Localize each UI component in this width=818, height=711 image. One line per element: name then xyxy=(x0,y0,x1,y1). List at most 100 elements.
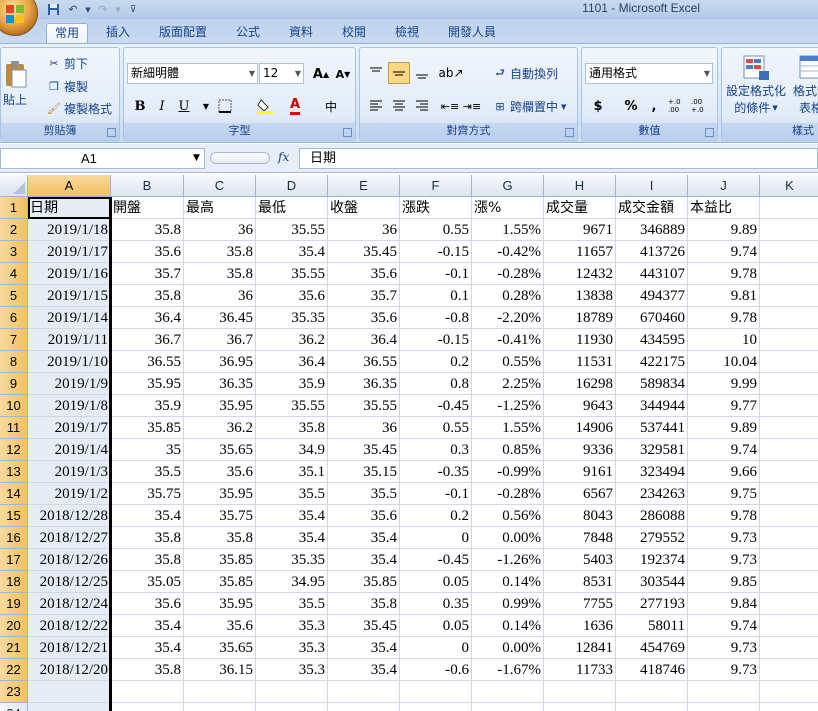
table-cell[interactable]: 344944 xyxy=(616,395,688,417)
table-cell[interactable]: 2018/12/24 xyxy=(28,593,111,615)
column-header-i[interactable]: I xyxy=(616,175,688,197)
table-cell[interactable]: 13838 xyxy=(544,285,616,307)
table-cell[interactable]: 35.4 xyxy=(256,241,328,263)
table-cell[interactable]: 35.4 xyxy=(111,637,184,659)
row-header-5[interactable]: 5 xyxy=(0,285,28,307)
column-header-b[interactable]: B xyxy=(111,175,184,197)
table-cell[interactable]: 36.4 xyxy=(256,351,328,373)
formula-bar-grip[interactable] xyxy=(210,152,270,164)
table-cell[interactable]: 36.55 xyxy=(328,351,400,373)
table-cell[interactable]: 192374 xyxy=(616,549,688,571)
table-cell[interactable]: 35.6 xyxy=(184,615,256,637)
table-cell[interactable]: 36.45 xyxy=(184,307,256,329)
table-cell[interactable]: -0.35 xyxy=(400,461,472,483)
table-cell[interactable] xyxy=(760,351,818,373)
insert-function-icon[interactable]: fx xyxy=(278,150,289,164)
column-header-f[interactable]: F xyxy=(400,175,472,197)
table-cell[interactable]: 36.95 xyxy=(184,351,256,373)
table-cell[interactable]: 35.45 xyxy=(328,615,400,637)
row-header-6[interactable]: 6 xyxy=(0,307,28,329)
table-cell[interactable]: 35.6 xyxy=(328,263,400,285)
table-cell[interactable]: 0.3 xyxy=(400,439,472,461)
redo-icon[interactable]: ↷ xyxy=(94,2,112,18)
table-cell[interactable]: 12841 xyxy=(544,637,616,659)
header-cell[interactable]: 開盤 xyxy=(111,197,184,219)
table-cell[interactable]: 2019/1/2 xyxy=(28,483,111,505)
undo-icon[interactable]: ↶ xyxy=(64,2,82,18)
table-cell[interactable]: -1.25% xyxy=(472,395,544,417)
table-cell[interactable]: 12432 xyxy=(544,263,616,285)
table-cell[interactable]: 11531 xyxy=(544,351,616,373)
decrease-decimal-button[interactable]: .00 +.0 xyxy=(691,95,711,117)
table-cell[interactable] xyxy=(544,703,616,711)
table-cell[interactable]: 9671 xyxy=(544,219,616,241)
table-cell[interactable]: 35.4 xyxy=(256,505,328,527)
header-cell[interactable]: 最低 xyxy=(256,197,328,219)
clipboard-launcher-icon[interactable] xyxy=(107,128,116,137)
table-cell[interactable]: 35.8 xyxy=(184,527,256,549)
table-cell[interactable]: 35.05 xyxy=(111,571,184,593)
table-cell[interactable]: 329581 xyxy=(616,439,688,461)
table-cell[interactable]: 413726 xyxy=(616,241,688,263)
font-color-button[interactable]: A xyxy=(284,95,306,117)
table-cell[interactable]: 35.6 xyxy=(256,285,328,307)
format-as-table-button[interactable]: 格式化 表格 xyxy=(793,54,818,116)
table-cell[interactable]: 35.5 xyxy=(111,461,184,483)
header-cell[interactable]: 成交金額 xyxy=(616,197,688,219)
table-cell[interactable] xyxy=(760,681,818,703)
table-cell[interactable]: 35.8 xyxy=(111,219,184,241)
table-cell[interactable]: 346889 xyxy=(616,219,688,241)
copy-button[interactable]: ❐ 複製 xyxy=(47,78,88,95)
row-header-1[interactable]: 1 xyxy=(0,197,28,219)
table-cell[interactable]: 2019/1/3 xyxy=(28,461,111,483)
table-cell[interactable]: 0.05 xyxy=(400,615,472,637)
table-cell[interactable]: 8531 xyxy=(544,571,616,593)
table-cell[interactable]: 35.65 xyxy=(184,439,256,461)
tab-review[interactable]: 校閱 xyxy=(334,23,374,43)
table-cell[interactable] xyxy=(760,263,818,285)
table-cell[interactable]: 35.65 xyxy=(184,637,256,659)
table-cell[interactable]: 0.55 xyxy=(400,417,472,439)
table-cell[interactable]: 537441 xyxy=(616,417,688,439)
table-cell[interactable]: 18789 xyxy=(544,307,616,329)
table-cell[interactable]: 35.4 xyxy=(328,637,400,659)
table-cell[interactable]: 36 xyxy=(184,285,256,307)
table-cell[interactable]: 2019/1/14 xyxy=(28,307,111,329)
table-cell[interactable]: 35.45 xyxy=(328,241,400,263)
table-cell[interactable]: 36 xyxy=(184,219,256,241)
table-cell[interactable]: 14906 xyxy=(544,417,616,439)
table-cell[interactable]: 35.8 xyxy=(111,285,184,307)
table-cell[interactable]: 0.1 xyxy=(400,285,472,307)
header-cell[interactable]: 日期 xyxy=(28,197,111,219)
table-cell[interactable] xyxy=(616,703,688,711)
table-cell[interactable]: 9.74 xyxy=(688,439,760,461)
table-cell[interactable]: 35.4 xyxy=(256,527,328,549)
table-cell[interactable]: 9.66 xyxy=(688,461,760,483)
table-cell[interactable]: 35.55 xyxy=(328,395,400,417)
table-cell[interactable] xyxy=(28,681,111,703)
format-painter-button[interactable]: 🖌 複製格式 xyxy=(47,100,112,117)
table-cell[interactable]: -0.28% xyxy=(472,483,544,505)
table-cell[interactable] xyxy=(760,483,818,505)
table-cell[interactable]: 443107 xyxy=(616,263,688,285)
table-cell[interactable] xyxy=(760,417,818,439)
table-cell[interactable] xyxy=(760,219,818,241)
table-cell[interactable]: 0.85% xyxy=(472,439,544,461)
cut-button[interactable]: ✂ 剪下 xyxy=(47,55,88,72)
row-header-3[interactable]: 3 xyxy=(0,241,28,263)
merge-center-button[interactable]: ⊞ 跨欄置中 ▼ xyxy=(493,98,566,115)
conditional-format-button[interactable]: 設定格式化 的條件 ▼ xyxy=(726,54,786,116)
row-header-4[interactable]: 4 xyxy=(0,263,28,285)
table-cell[interactable]: 36.7 xyxy=(111,329,184,351)
table-cell[interactable]: 670460 xyxy=(616,307,688,329)
table-cell[interactable]: 277193 xyxy=(616,593,688,615)
table-cell[interactable]: 35.6 xyxy=(111,241,184,263)
align-bottom-button[interactable] xyxy=(411,62,433,84)
tab-page-layout[interactable]: 版面配置 xyxy=(151,23,215,43)
table-cell[interactable]: 9.89 xyxy=(688,417,760,439)
table-cell[interactable]: 35.35 xyxy=(256,307,328,329)
table-cell[interactable] xyxy=(111,703,184,711)
tab-home[interactable]: 常用 xyxy=(46,23,89,43)
table-cell[interactable] xyxy=(760,593,818,615)
table-cell[interactable]: 9.74 xyxy=(688,241,760,263)
